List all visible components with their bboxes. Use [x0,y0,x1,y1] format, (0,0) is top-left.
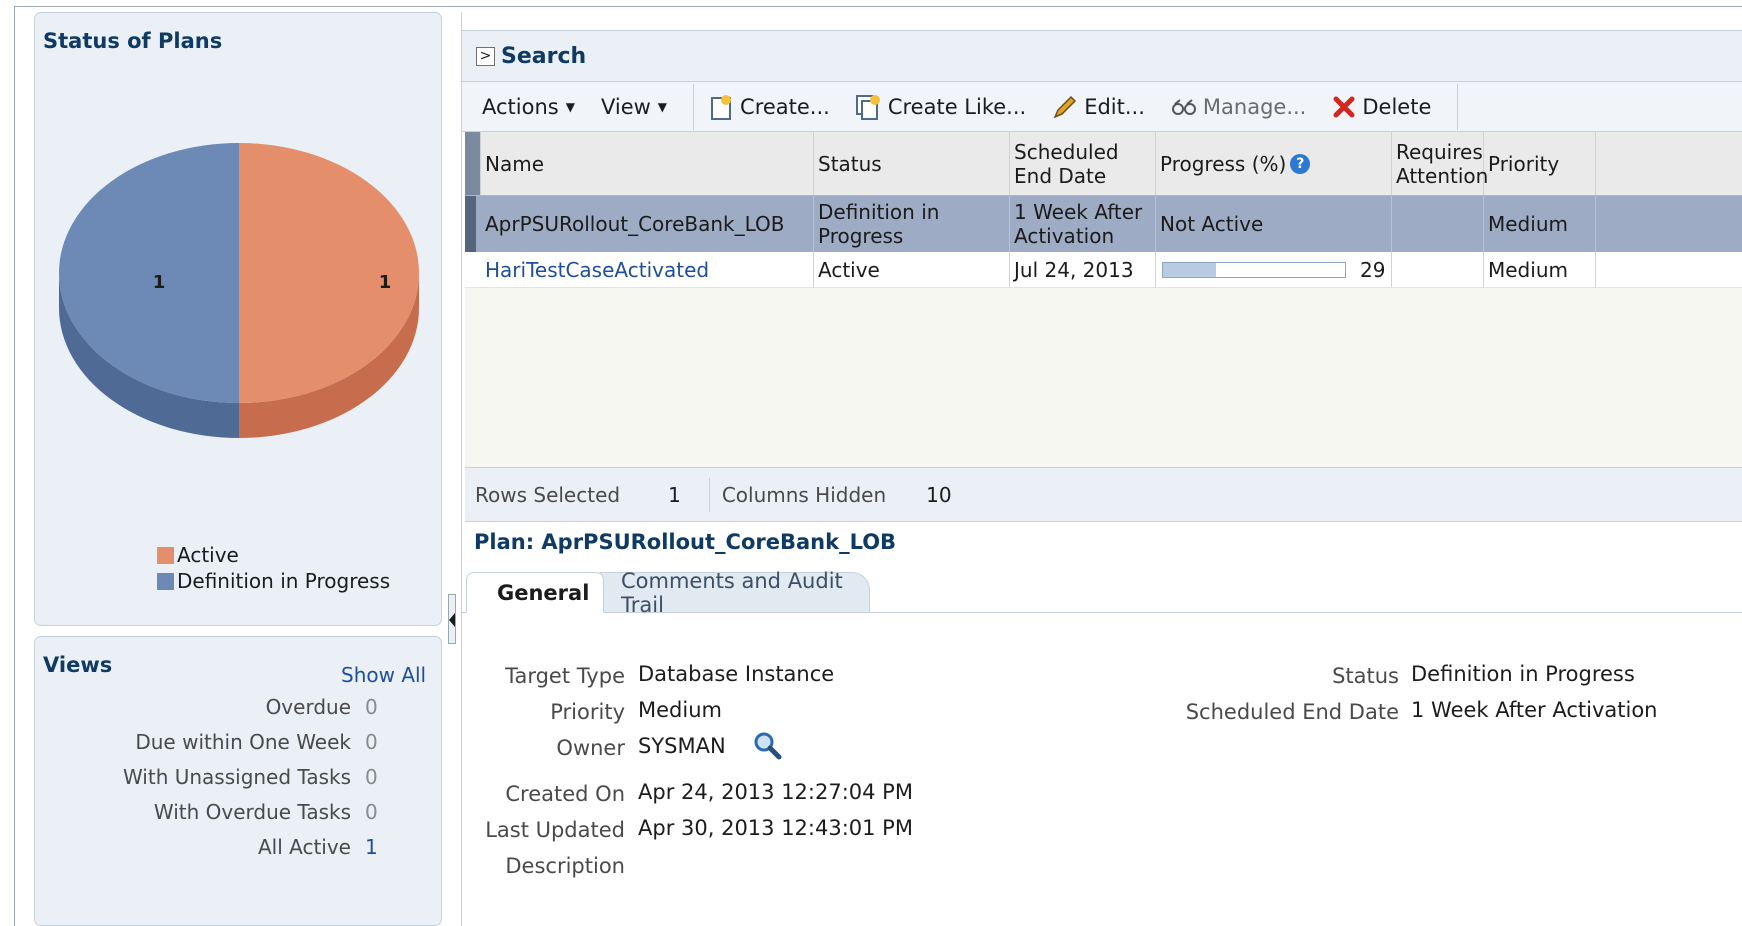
copy-document-icon [855,94,880,120]
view-row-unassigned-tasks[interactable]: With Unassigned Tasks 0 [35,765,395,789]
help-icon[interactable]: ? [1290,153,1311,174]
manage-button[interactable]: Manage... [1171,95,1306,119]
cell-name[interactable]: AprPSURollout_CoreBank_LOB [481,196,814,252]
last-updated-label: Last Updated [485,818,625,842]
status-panel-title: Status of Plans [43,29,223,53]
row-selector[interactable] [465,196,476,252]
create-like-button[interactable]: Create Like... [855,93,1026,121]
scheduled-end-date-label: Scheduled End Date [1185,700,1399,724]
rows-selected-count: 1 [668,482,681,507]
edit-button[interactable]: Edit... [1052,94,1145,120]
column-header-status[interactable]: Status [814,132,1010,195]
view-menu[interactable]: View ▼ [601,95,667,119]
cell-requires-attention [1392,196,1484,252]
cell-requires-attention [1392,252,1484,287]
expand-search-icon[interactable]: > [476,46,495,66]
table-status-bar: Rows Selected 1 Columns Hidden 10 [465,468,1742,522]
progress-bar-fill [1163,262,1216,277]
plans-table: Name Status Scheduled End Date Progress … [465,132,1742,468]
view-row-all-active[interactable]: All Active 1 [35,835,395,859]
status-value: Definition in Progress [1411,662,1635,686]
target-type-label: Target Type [505,664,625,688]
created-on-label: Created On [505,782,625,806]
cell-status: Active [814,252,1010,287]
priority-value: Medium [638,698,722,722]
show-all-link[interactable]: Show All [341,663,426,687]
toolbar-divider [1457,83,1459,130]
columns-hidden-label: Columns Hidden [721,482,887,507]
pencil-icon [1053,95,1077,118]
view-row-overdue[interactable]: Overdue 0 [35,695,395,719]
column-header-priority[interactable]: Priority [1484,132,1596,195]
column-header-progress[interactable]: Progress (%) ? [1156,132,1392,195]
legend-label-active: Active [177,543,239,567]
priority-label: Priority [550,700,625,724]
collapse-arrow-icon [449,613,455,627]
cell-priority: Medium [1484,196,1596,252]
main-content: > Search Actions ▼ View ▼ Create... Create… [461,12,1742,926]
column-header-filler [1596,132,1742,195]
chevron-down-icon: ▼ [565,99,575,114]
cell-scheduled-end-date: Jul 24, 2013 [1010,252,1156,287]
glasses-icon [1171,98,1196,115]
legend-label-definition: Definition in Progress [177,569,391,593]
created-on-value: Apr 24, 2013 12:27:04 PM [638,780,913,804]
column-header-scheduled-end-date[interactable]: Scheduled End Date [1010,132,1156,195]
last-updated-value: Apr 30, 2013 12:43:01 PM [638,816,913,840]
cell-progress: Not Active [1156,196,1392,252]
tab-comments-audit-trail[interactable]: Comments and Audit Trail [594,569,870,617]
delete-button[interactable]: Delete [1332,95,1431,119]
target-type-value: Database Instance [638,662,835,686]
owner-label: Owner [556,736,625,760]
progress-bar [1162,261,1346,278]
column-header-name[interactable]: Name [481,132,814,195]
columns-hidden-count: 10 [926,482,952,507]
view-row-due-within-one-week[interactable]: Due within One Week 0 [35,730,395,754]
view-row-overdue-tasks[interactable]: With Overdue Tasks 0 [35,800,395,824]
table-toolbar: Actions ▼ View ▼ Create... Create Like... … [462,82,1742,132]
progress-value: 29 [1360,257,1386,282]
delete-x-icon [1333,96,1355,117]
status-of-plans-panel: Status of Plans 1 1 Active Definition in… [34,12,442,626]
search-title: Search [501,43,587,69]
rows-selected-label: Rows Selected [475,482,621,507]
toolbar-divider [693,83,695,130]
create-button[interactable]: Create... [710,93,830,121]
chevron-down-icon: ▼ [657,99,668,114]
table-header: Name Status Scheduled End Date Progress … [465,132,1742,196]
legend-swatch-definition [157,572,174,590]
plan-detail-title: Plan: AprPSURollout_CoreBank_LOB [474,530,897,554]
panel-splitter-handle[interactable] [448,594,456,644]
actions-menu[interactable]: Actions ▼ [482,95,575,119]
column-header-selector [465,132,481,195]
pie-label-definition: 1 [153,272,166,293]
cell-progress: 29 [1156,252,1392,287]
search-magnifier-icon[interactable] [752,730,782,760]
pie-label-active: 1 [379,272,392,293]
tab-general[interactable]: General [466,572,604,613]
cell-name-link[interactable]: HariTestCaseActivated [481,252,814,287]
scheduled-end-date-value: 1 Week After Activation [1411,698,1658,722]
owner-value: SYSMAN [638,734,726,758]
search-header[interactable]: > Search [462,30,1742,82]
views-panel-title: Views [43,653,113,677]
table-row-selected[interactable]: AprPSURollout_CoreBank_LOB Definition in… [465,196,1742,252]
views-panel: Views Show All Overdue 0 Due within One … [34,636,442,926]
column-header-requires-attention[interactable]: Requires Attention [1392,132,1488,195]
status-pie-chart: 1 1 [59,143,419,438]
legend-item-active: Active [157,543,239,567]
table-row[interactable]: HariTestCaseActivated Active Jul 24, 201… [465,252,1742,288]
legend-swatch-active [157,546,174,564]
cell-scheduled-end-date: 1 Week After Activation [1010,196,1156,252]
status-label: Status [1332,664,1399,688]
new-document-icon [711,94,732,120]
legend-item-definition: Definition in Progress [157,569,390,593]
cell-priority: Medium [1484,252,1596,287]
cell-status: Definition in Progress [814,196,1010,252]
status-bar-divider [708,477,710,512]
description-label: Description [505,854,625,878]
